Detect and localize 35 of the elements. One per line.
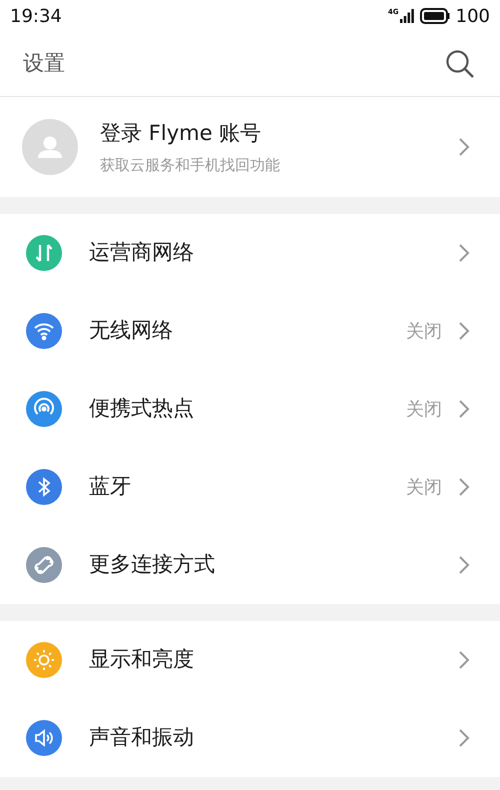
row-status: 关闭	[406, 476, 442, 500]
account-subtitle: 获取云服务和手机找回功能	[100, 154, 281, 176]
chevron-icon	[458, 243, 470, 263]
row-label: 显示和亮度	[89, 646, 195, 674]
link-icon	[26, 547, 62, 583]
avatar-icon	[22, 119, 78, 175]
up-down-arrows-icon	[26, 235, 62, 271]
bluetooth-icon	[26, 469, 62, 505]
chevron-icon	[458, 555, 470, 575]
chevron-icon	[458, 399, 470, 419]
search-icon[interactable]	[445, 49, 475, 79]
row-status: 关闭	[406, 320, 442, 344]
row-label: 运营商网络	[89, 239, 195, 266]
chevron-icon	[458, 477, 470, 497]
chevron-icon	[458, 650, 470, 670]
chevron-icon	[458, 321, 470, 341]
row-label: 无线网络	[89, 317, 174, 344]
status-time: 19:34	[10, 4, 62, 28]
sun-icon	[26, 642, 62, 678]
page-title: 设置	[23, 50, 65, 78]
signal-icon	[400, 9, 414, 23]
battery-icon	[420, 8, 450, 24]
row-label: 声音和振动	[89, 724, 195, 752]
account-row[interactable]: 登录 Flyme 账号 获取云服务和手机找回功能	[0, 97, 500, 197]
battery-level: 100	[456, 4, 490, 28]
row-label: 蓝牙	[89, 473, 132, 500]
account-title: 登录 Flyme 账号	[100, 120, 262, 147]
row-label: 便携式热点	[89, 395, 195, 422]
chevron-icon	[458, 137, 470, 157]
wifi-icon	[26, 313, 62, 349]
row-status: 关闭	[406, 398, 442, 422]
chevron-icon	[458, 728, 470, 748]
row-label: 更多连接方式	[89, 551, 216, 578]
speaker-icon	[26, 720, 62, 756]
hotspot-icon	[26, 391, 62, 427]
